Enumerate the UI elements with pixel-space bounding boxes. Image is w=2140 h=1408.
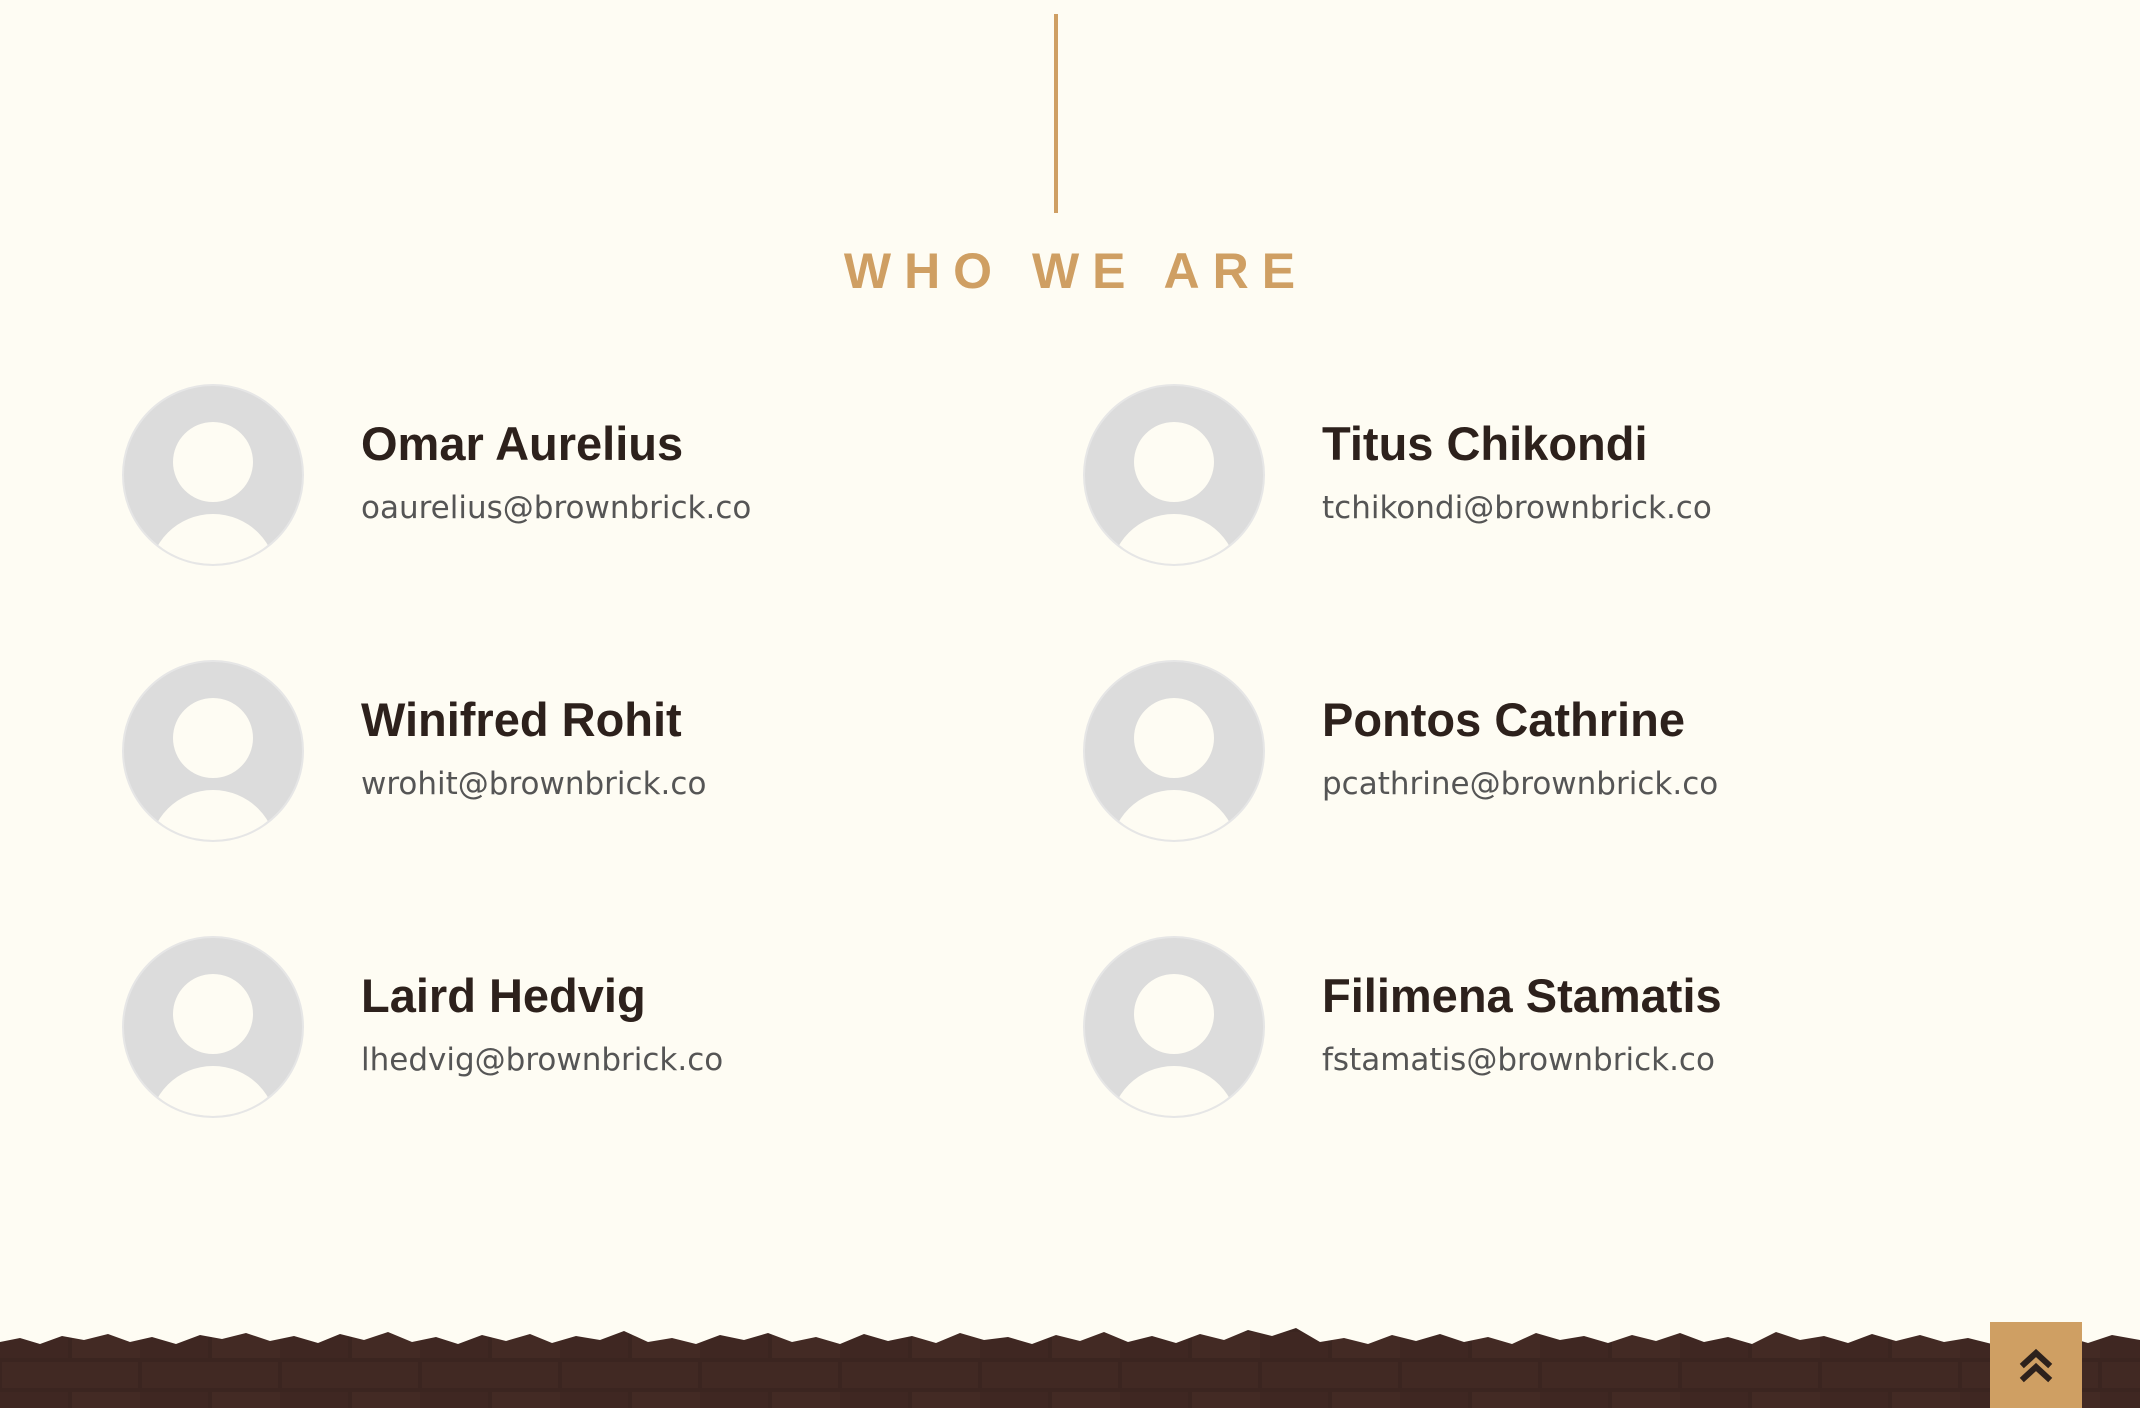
team-member-card: Filimena Stamatis fstamatis@brownbrick.c… bbox=[1083, 936, 1983, 1118]
double-chevron-up-icon bbox=[2019, 1348, 2053, 1383]
default-user-avatar-icon bbox=[122, 660, 304, 842]
team-member-name: Titus Chikondi bbox=[1322, 417, 1648, 470]
team-member-card: Omar Aurelius oaurelius@brownbrick.co bbox=[122, 384, 1022, 566]
team-member-name: Winifred Rohit bbox=[361, 693, 682, 746]
team-member-card: Titus Chikondi tchikondi@brownbrick.co bbox=[1083, 384, 1983, 566]
section-title: WHO WE ARE bbox=[843, 243, 1309, 299]
team-member-email: tchikondi@brownbrick.co bbox=[1322, 490, 1712, 526]
team-member-email: oaurelius@brownbrick.co bbox=[361, 490, 752, 526]
team-member-card: Laird Hedvig lhedvig@brownbrick.co bbox=[122, 936, 1022, 1118]
team-member-card: Winifred Rohit wrohit@brownbrick.co bbox=[122, 660, 1022, 842]
team-member-email: pcathrine@brownbrick.co bbox=[1322, 766, 1719, 802]
team-member-name: Pontos Cathrine bbox=[1322, 693, 1685, 746]
team-member-name: Omar Aurelius bbox=[361, 417, 684, 470]
default-user-avatar-icon bbox=[1083, 936, 1265, 1118]
default-user-avatar-icon bbox=[122, 384, 304, 566]
team-member-email: wrohit@brownbrick.co bbox=[361, 766, 707, 802]
default-user-avatar-icon bbox=[122, 936, 304, 1118]
team-member-email: lhedvig@brownbrick.co bbox=[361, 1042, 724, 1078]
footer-brick-edge bbox=[0, 1300, 2140, 1408]
team-member-card: Pontos Cathrine pcathrine@brownbrick.co bbox=[1083, 660, 1983, 842]
section-divider-line bbox=[1054, 14, 1058, 213]
back-to-top-button[interactable] bbox=[1990, 1322, 2082, 1408]
team-member-name: Laird Hedvig bbox=[361, 969, 646, 1022]
team-member-name: Filimena Stamatis bbox=[1322, 969, 1722, 1022]
default-user-avatar-icon bbox=[1083, 384, 1265, 566]
default-user-avatar-icon bbox=[1083, 660, 1265, 842]
team-member-email: fstamatis@brownbrick.co bbox=[1322, 1042, 1715, 1078]
